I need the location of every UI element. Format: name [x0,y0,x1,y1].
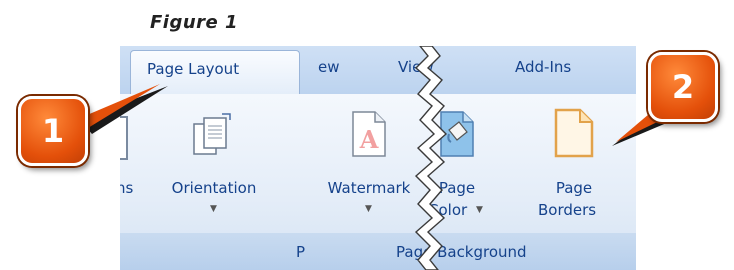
page-borders-icon [554,108,594,158]
dropdown-arrow-icon: ▼ [210,204,217,214]
figure-caption: Figure 1 [150,12,239,33]
tab-add-ins[interactable]: Add-Ins [515,58,571,76]
watermark-button[interactable]: A Watermark ▼ [326,106,412,230]
page-borders-label-line2: Borders [538,201,597,219]
torn-edge-divider [414,46,448,270]
callout-badge-1: 1 [18,96,88,166]
orientation-button[interactable]: Orientation ▼ [154,106,274,230]
tab-page-layout-label: Page Layout [147,60,240,78]
orientation-icon [193,113,231,155]
tab-review[interactable]: ew [318,58,340,76]
dropdown-arrow-icon: ▼ [365,204,372,214]
page-borders-label-line1: Page [555,179,593,197]
ribbon: Page Layout ew View Add-Ins ns Orientati… [120,46,636,270]
callout-badge-2: 2 [648,52,718,122]
orientation-label: Orientation [171,179,257,197]
tab-page-layout[interactable]: Page Layout [130,50,300,96]
margins-icon [120,116,128,160]
watermark-label: Watermark [327,179,411,197]
group-page-setup-label: P [296,243,306,261]
svg-text:A: A [359,125,379,154]
margins-button[interactable]: ns [120,106,144,226]
margins-label: ns [120,179,134,197]
group-footer [120,233,636,270]
page-borders-button[interactable]: Page Borders [538,106,622,230]
watermark-icon: A [352,111,386,157]
dropdown-arrow-icon: ▼ [476,205,483,215]
